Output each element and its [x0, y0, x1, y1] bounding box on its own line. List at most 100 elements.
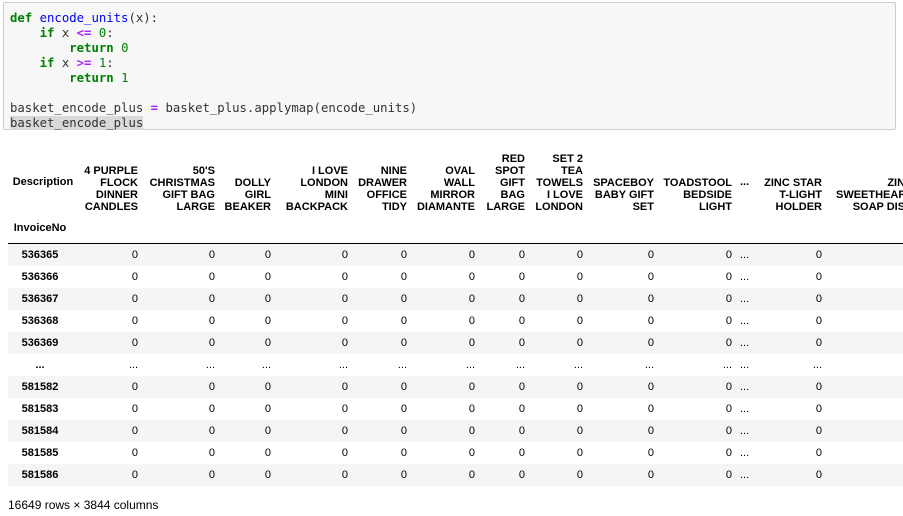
var-x-2: x [61, 56, 70, 70]
table-cell: 0 [131, 292, 138, 305]
table-cell: ... [205, 358, 215, 371]
index-name-invoiceno: InvoiceNo [13, 222, 67, 234]
table-cell: ... [338, 358, 348, 371]
table-cell: 0 [400, 424, 407, 437]
table-cell: 0 [208, 446, 215, 459]
colon-2: : [106, 56, 114, 70]
row-index: 581586 [21, 468, 59, 481]
table-cell: 0 [576, 270, 583, 283]
column-header: ZINC STAR T-LIGHT HOLDER [764, 177, 822, 213]
keyword-if-2: if [39, 56, 55, 70]
assign-lhs: basket_encode_plus [10, 101, 144, 115]
table-cell: ... [740, 402, 750, 415]
table-cell: 0 [468, 402, 475, 415]
table-cell: 0 [341, 446, 348, 459]
table-cell: 0 [828, 288, 903, 310]
table-cell: 0 [815, 270, 822, 283]
table-cell: 0 [576, 336, 583, 349]
column-header: TOADSTOOL BEDSIDE LIGHT [663, 177, 732, 213]
table-cell: 0 [468, 446, 475, 459]
table-cell: 0 [828, 420, 903, 442]
table-cell: 0 [264, 446, 271, 459]
table-cell: 0 [208, 336, 215, 349]
table-cell: ... [261, 358, 271, 371]
table-cell: 0 [131, 468, 138, 481]
table-cell: 0 [518, 292, 525, 305]
table-cell: 0 [341, 314, 348, 327]
table-row: ........................................… [8, 354, 903, 376]
table-cell: 0 [468, 292, 475, 305]
column-header-ellipsis: ... [740, 175, 750, 188]
dataframe-output: Description 4 PURPLE FLOCK DINNER CANDLE… [8, 150, 903, 486]
keyword-def: def [10, 11, 33, 25]
table-cell: 0 [341, 380, 348, 393]
table-cell: 0 [341, 402, 348, 415]
table-cell: ... [722, 358, 732, 371]
table-cell: 0 [518, 446, 525, 459]
table-cell: ... [740, 424, 750, 437]
table-cell: 0 [725, 424, 732, 437]
table-cell: 0 [725, 380, 732, 393]
table-cell: ... [740, 314, 750, 327]
table-cell: 0 [828, 244, 903, 266]
table-cell: 0 [828, 376, 903, 398]
table-cell: 0 [576, 468, 583, 481]
table-cell: 0 [208, 402, 215, 415]
assign-operator: = [150, 101, 159, 115]
row-index: ... [35, 358, 45, 371]
table-cell: 0 [131, 314, 138, 327]
table-row: 5815850000000000...00 [8, 442, 903, 464]
code-editor[interactable]: def encode_units(x): if x <= 0: return 0… [10, 11, 417, 131]
number-one-2: 1 [121, 71, 129, 85]
table-cell: 0 [647, 468, 654, 481]
table-cell: 0 [400, 380, 407, 393]
column-header: SPACEBOY BABY GIFT SET [593, 177, 654, 213]
table-cell: 0 [400, 248, 407, 261]
table-cell: 0 [400, 468, 407, 481]
table-row: 5815860000000000...00 [8, 463, 903, 486]
table-cell: 0 [468, 270, 475, 283]
table-cell: ... [740, 292, 750, 305]
table-cell: 0 [815, 336, 822, 349]
table-cell: 0 [400, 314, 407, 327]
table-cell: ... [740, 270, 750, 283]
table-cell: 0 [815, 248, 822, 261]
keyword-return-2: return [69, 71, 114, 85]
table-cell: 0 [131, 402, 138, 415]
table-cell: 0 [208, 292, 215, 305]
table-cell: 0 [828, 310, 903, 332]
column-header: NINE DRAWER OFFICE TIDY [358, 165, 407, 213]
table-cell: 0 [131, 380, 138, 393]
column-header: 50'S CHRISTMAS GIFT BAG LARGE [149, 165, 215, 213]
function-name: encode_units [39, 11, 129, 25]
column-header-row: Description 4 PURPLE FLOCK DINNER CANDLE… [8, 150, 903, 216]
table-cell: 0 [815, 424, 822, 437]
table-cell: ... [644, 358, 654, 371]
table-cell: 0 [131, 446, 138, 459]
table-cell: 0 [341, 270, 348, 283]
table-cell: ... [465, 358, 475, 371]
table-cell: 0 [468, 248, 475, 261]
table-cell: 0 [264, 248, 271, 261]
table-cell: 0 [131, 424, 138, 437]
table-cell: 0 [647, 402, 654, 415]
row-index: 581584 [21, 424, 59, 437]
table-cell: 0 [468, 468, 475, 481]
column-header: OVAL WALL MIRROR DIAMANTE [416, 165, 475, 213]
column-header: DOLLY GIRL BEAKER [224, 177, 271, 213]
operator-le: <= [76, 26, 92, 40]
table-cell: 0 [815, 468, 822, 481]
table-cell: 0 [400, 292, 407, 305]
table-cell: 0 [576, 446, 583, 459]
table-cell: 0 [815, 402, 822, 415]
table-row: 5815820000000000...00 [8, 375, 903, 398]
table-cell: 0 [264, 380, 271, 393]
table-cell: 0 [341, 292, 348, 305]
number-zero-2: 0 [121, 41, 129, 55]
code-cell-input[interactable]: def encode_units(x): if x <= 0: return 0… [3, 2, 896, 130]
table-cell: 0 [131, 248, 138, 261]
table-cell: ... [740, 358, 750, 371]
table-cell: 0 [647, 446, 654, 459]
table-cell: 0 [647, 424, 654, 437]
table-cell: 0 [518, 380, 525, 393]
